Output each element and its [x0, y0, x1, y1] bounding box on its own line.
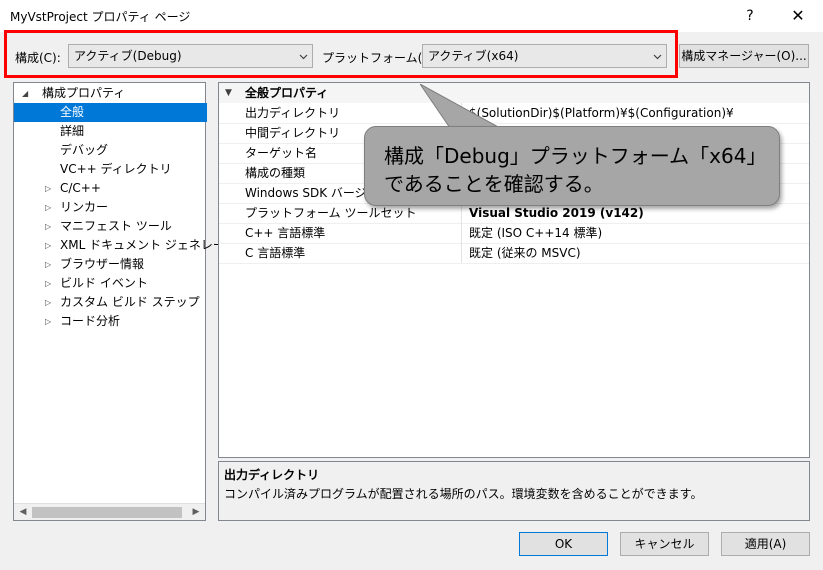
tree-item-label: C/C++: [60, 181, 101, 195]
expand-icon[interactable]: ▷: [45, 312, 51, 331]
horizontal-scrollbar[interactable]: ◀ ▶: [14, 503, 205, 520]
apply-button[interactable]: 適用(A): [721, 532, 810, 556]
window-title: MyVstProject プロパティ ページ: [10, 10, 191, 24]
tree-item-label: 詳細: [60, 124, 85, 138]
property-name: 構成の種類: [245, 166, 306, 180]
property-value[interactable]: 既定 (従来の MSVC): [469, 243, 581, 263]
tree-item-label: ブラウザー情報: [60, 257, 145, 271]
collapse-icon: ▼: [225, 88, 232, 98]
close-button[interactable]: ✕: [786, 4, 810, 28]
property-name: C++ 言語標準: [245, 226, 326, 240]
description-text: コンパイル済みプログラムが配置される場所のパス。環境変数を含めることができます。: [224, 487, 703, 501]
property-name: 出力ディレクトリ: [245, 106, 341, 120]
expand-icon[interactable]: ▷: [45, 179, 51, 198]
tree-item-label: 全般: [60, 105, 85, 119]
config-manager-button[interactable]: 構成マネージャー(O)...: [679, 44, 809, 68]
property-name: 中間ディレクトリ: [245, 126, 341, 140]
tree-item-label: リンカー: [60, 200, 109, 214]
expand-icon[interactable]: ▷: [45, 198, 51, 217]
description-panel: 出力ディレクトリ コンパイル済みプログラムが配置される場所のパス。環境変数を含め…: [218, 461, 810, 521]
expand-icon[interactable]: ▷: [45, 274, 51, 293]
expand-icon[interactable]: ▷: [45, 255, 51, 274]
cancel-button[interactable]: キャンセル: [620, 532, 709, 556]
scroll-left-icon[interactable]: ◀: [16, 506, 30, 519]
callout-line-2: であることを確認する。: [384, 172, 604, 196]
property-value[interactable]: 既定 (ISO C++14 標準): [469, 223, 602, 243]
tree-item-label: コード分析: [60, 314, 121, 328]
tree-root-label: 構成プロパティ: [42, 86, 126, 100]
property-name: C 言語標準: [245, 246, 306, 260]
grid-section-header[interactable]: ▼ 全般プロパティ: [219, 83, 809, 103]
tree-item-label: カスタム ビルド ステップ: [60, 295, 200, 309]
tree-item-label: VC++ ディレクトリ: [60, 162, 172, 176]
property-name: ターゲット名: [245, 146, 318, 160]
expand-icon[interactable]: ▷: [45, 236, 51, 255]
tree-item-label: デバッグ: [60, 143, 109, 157]
description-title: 出力ディレクトリ: [224, 468, 320, 482]
property-row[interactable]: プラットフォーム ツールセット Visual Studio 2019 (v142): [219, 203, 809, 224]
grid-section-title: 全般プロパティ: [245, 86, 329, 100]
help-button[interactable]: ?: [738, 4, 762, 28]
callout-line-1: 構成「Debug」プラットフォーム「x64」: [384, 144, 767, 168]
callout-text: 構成「Debug」プラットフォーム「x64」 であることを確認する。: [384, 142, 766, 198]
property-row[interactable]: C++ 言語標準 既定 (ISO C++14 標準): [219, 223, 809, 244]
column-divider: [461, 223, 462, 243]
expand-icon[interactable]: ▷: [45, 293, 51, 312]
property-tree[interactable]: ◢ 構成プロパティ 全般詳細デバッグ VC++ ディレクトリ ▷ C/C++ ▷ リンカー…: [13, 82, 249, 521]
scroll-right-icon[interactable]: ▶: [189, 506, 203, 519]
property-row[interactable]: 出力ディレクトリ $(SolutionDir)$(Platform)¥$(Conf…: [219, 103, 809, 124]
expand-icon[interactable]: ▷: [45, 217, 51, 236]
property-value[interactable]: Visual Studio 2019 (v142): [469, 203, 644, 223]
collapse-icon: ◢: [22, 89, 29, 98]
column-divider: [461, 203, 462, 223]
tree-item-label: ビルド イベント: [60, 276, 148, 290]
highlight-box: [4, 30, 678, 78]
ok-button[interactable]: OK: [519, 532, 608, 556]
scroll-thumb[interactable]: [32, 507, 182, 518]
column-divider: [461, 243, 462, 263]
property-name: プラットフォーム ツールセット: [245, 206, 417, 220]
property-row[interactable]: C 言語標準 既定 (従来の MSVC): [219, 243, 809, 264]
tree-item-label: マニフェスト ツール: [60, 219, 172, 233]
tree-item[interactable]: 全般: [14, 103, 207, 122]
